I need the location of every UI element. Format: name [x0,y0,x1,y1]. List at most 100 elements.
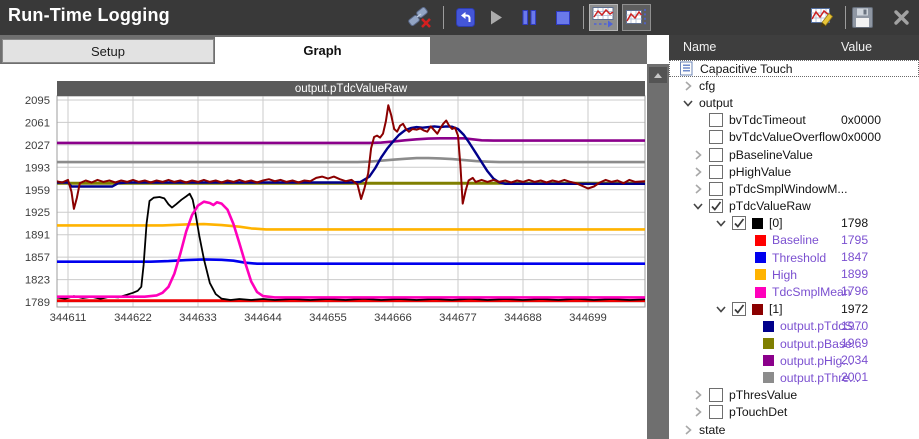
tree-header-value: Value [841,40,872,54]
row-value: 1798 [841,216,868,230]
chevron-right-icon[interactable] [691,406,704,419]
svg-text:1891: 1891 [25,230,50,242]
row-value: 2034 [841,353,868,367]
row-label: Threshold [772,251,826,265]
tree-row-state[interactable]: state [669,421,919,438]
tab-setup[interactable]: Setup [2,39,214,63]
svg-text:1789: 1789 [25,297,50,309]
toolbar-separator [845,6,846,29]
checkbox-ptdcvalueraw[interactable] [709,199,723,213]
chevron-right-icon[interactable] [691,148,704,161]
vertical-scrollbar[interactable] [647,64,669,439]
checkbox-phighvalue[interactable] [709,165,723,179]
tree-row-phighvalue[interactable]: pHighValue [669,163,919,180]
row-label: bvTdcValueOverflow [729,130,841,144]
checkbox-0[interactable] [732,216,746,230]
chevron-down-icon[interactable] [714,217,727,230]
chart-fixed-window-icon[interactable] [622,4,651,31]
svg-text:344699: 344699 [569,312,607,324]
pause-icon[interactable] [522,10,537,25]
tree-row-pthresvalue[interactable]: pThresValue [669,387,919,404]
color-swatch [763,372,774,383]
svg-text:344622: 344622 [114,312,152,324]
tree-row-output-ptdcs[interactable]: output.pTdcS...1970 [669,318,919,335]
row-value: 0x0000 [841,130,881,144]
stop-icon[interactable] [556,11,570,25]
title-bar: Run-Time Logging [0,0,919,35]
tree-row-ptdcvalueraw[interactable]: pTdcValueRaw [669,198,919,215]
play-icon[interactable] [490,10,503,25]
chevron-right-icon[interactable] [691,389,704,402]
color-swatch [755,269,766,280]
tree-row-baseline[interactable]: Baseline 1795 [669,232,919,249]
checkbox-bvtdctimeout[interactable] [709,113,723,127]
color-swatch [755,287,766,298]
tree-row-ptouchdet[interactable]: pTouchDet [669,404,919,421]
close-icon[interactable] [893,9,910,26]
checkbox-bvtdcvalueoverflow[interactable] [709,130,723,144]
row-label: bvTdcTimeout [729,113,806,127]
tree-row-1[interactable]: [1] 1972 [669,301,919,318]
chevron-right-icon[interactable] [691,165,704,178]
disconnect-icon[interactable] [407,6,434,30]
row-label: pBaselineValue [729,148,813,162]
row-label: pTdcValueRaw [729,199,811,213]
svg-text:1823: 1823 [25,275,50,287]
restart-icon[interactable] [456,8,475,27]
tree-row-ptdcsmplwindowm[interactable]: pTdcSmplWindowM... [669,180,919,197]
chevron-right-icon[interactable] [681,423,694,436]
checkbox-ptdcsmplwindowm[interactable] [709,182,723,196]
graph-panel: output.pTdcValueRaw 20952061202719931959… [0,64,647,439]
row-label: Baseline [772,233,819,247]
tree-row-output-pbase[interactable]: output.pBase...1969 [669,335,919,352]
tree-row-tdcsmplmean[interactable]: TdcSmplMean1796 [669,283,919,300]
checkbox-1[interactable] [732,302,746,316]
chevron-down-icon[interactable] [714,303,727,316]
row-value: 2001 [841,370,868,384]
svg-text:344677: 344677 [439,312,477,324]
row-value: 1796 [841,284,868,298]
tree-row-threshold[interactable]: Threshold 1847 [669,249,919,266]
tree-row-output-phig[interactable]: output.pHig...2034 [669,352,919,369]
save-icon[interactable] [852,7,873,28]
tree-row-high[interactable]: High1899 [669,266,919,283]
svg-text:2061: 2061 [25,117,50,129]
svg-text:344611: 344611 [50,312,87,324]
row-value: 1847 [841,250,868,264]
row-value: 1795 [841,233,868,247]
checkbox-pbaselinevalue[interactable] [709,148,723,162]
chart-scroll-mode-icon[interactable] [589,4,618,31]
scroll-up-button[interactable] [649,67,667,83]
row-value: 1899 [841,267,868,281]
chevron-down-icon[interactable] [691,200,704,213]
tree-row-bvtdcvalueoverflow[interactable]: bvTdcValueOverflow0x0000 [669,129,919,146]
tree-row-output[interactable]: output [669,94,919,111]
chevron-right-icon[interactable] [691,182,704,195]
color-swatch [763,321,774,332]
checkbox-ptouchdet[interactable] [709,405,723,419]
tree-row-0[interactable]: [0] 1798 [669,215,919,232]
tree-row-output-pthre[interactable]: output.pThre...2001 [669,369,919,386]
checkbox-pthresvalue[interactable] [709,388,723,402]
color-swatch [755,252,766,263]
tree-row-bvtdctimeout[interactable]: bvTdcTimeout0x0000 [669,112,919,129]
svg-text:2095: 2095 [25,95,50,107]
chart-edit-icon[interactable] [811,6,836,29]
row-value: 1970 [841,319,868,333]
tree-row-cfg[interactable]: cfg [669,77,919,94]
tree-row-pbaselinevalue[interactable]: pBaselineValue [669,146,919,163]
row-label: [1] [769,302,783,316]
row-value: 1969 [841,336,868,350]
chevron-right-icon[interactable] [681,79,694,92]
tree-row-capacitive-touch[interactable]: Capacitive Touch [669,60,919,77]
row-value: 1972 [841,302,868,316]
row-label: [0] [769,216,783,230]
chevron-down-icon[interactable] [681,96,694,109]
tab-graph[interactable]: Graph [215,37,430,64]
run-time-logging-window: Run-Time Logging [0,0,919,439]
y-axis-labels: 2095206120271993195919251891185718231789 [25,95,50,309]
svg-text:344633: 344633 [179,312,217,324]
chart: 2095206120271993195919251891185718231789… [0,64,647,439]
color-swatch [752,218,763,229]
toolbar-separator [443,6,444,29]
